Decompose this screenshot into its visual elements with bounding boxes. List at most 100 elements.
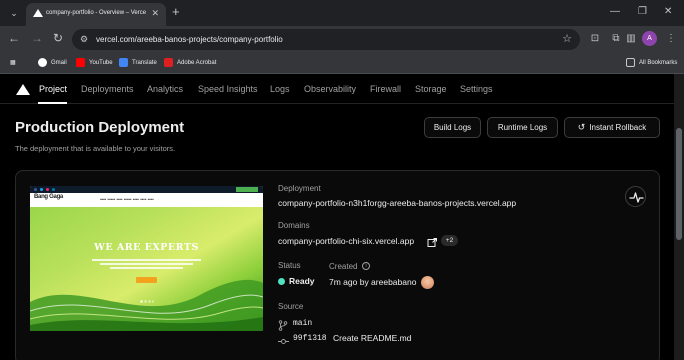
close-tab-icon[interactable]: ✕: [151, 8, 159, 18]
side-panel-icon[interactable]: ▥: [624, 32, 638, 46]
tab-observability[interactable]: Observability: [304, 83, 356, 95]
minimize-icon[interactable]: —: [610, 5, 620, 19]
page-title: Production Deployment: [15, 119, 185, 136]
preview-text-line: [100, 263, 193, 265]
source-label: Source: [278, 302, 304, 311]
translate-icon: [119, 57, 128, 67]
preview-heading: WE ARE EXPERTS: [94, 242, 199, 253]
new-tab-icon[interactable]: +: [172, 4, 180, 20]
profile-avatar[interactable]: A: [642, 31, 657, 46]
page-subtitle: The deployment that is available to your…: [15, 144, 176, 153]
preview-topbar: [30, 186, 263, 193]
preview-header: Bang Gaga ■■■■ ■■■■■ ■■■■ ■■■■■ ■■■■ ■■■…: [30, 193, 263, 207]
google-icon: [38, 57, 47, 67]
instant-rollback-label: Instant Rollback: [589, 123, 647, 132]
page-scrollbar[interactable]: [674, 74, 684, 360]
preview-waves: [30, 279, 263, 331]
runtime-logs-label: Runtime Logs: [497, 123, 548, 132]
domain-link[interactable]: company-portfolio-chi-six.vercel.app: [278, 236, 414, 247]
deployment-label: Deployment: [278, 184, 321, 193]
rollback-icon: ↺: [577, 122, 586, 132]
user-avatar[interactable]: [421, 276, 434, 289]
reload-icon[interactable]: ↻: [53, 31, 63, 45]
bookmark-gmail[interactable]: Gmail: [38, 57, 67, 69]
window-close-icon[interactable]: ✕: [664, 5, 672, 19]
tab-storage[interactable]: Storage: [415, 83, 447, 95]
activity-icon[interactable]: [625, 186, 646, 207]
bookmark-youtube[interactable]: YouTube: [76, 57, 113, 69]
branch-name[interactable]: main: [293, 318, 312, 329]
preview-social-icon: [40, 188, 43, 191]
preview-menu: ■■■■ ■■■■■ ■■■■ ■■■■■ ■■■■ ■■■■ ■■■■: [100, 198, 154, 201]
tab-search-icon[interactable]: ⌄: [6, 5, 22, 21]
extensions-icon[interactable]: ⧉: [609, 32, 623, 46]
back-icon[interactable]: ←: [8, 31, 20, 45]
active-tab-indicator: [38, 102, 67, 104]
restore-icon[interactable]: ❐: [638, 5, 647, 19]
project-nav: Project Deployments Analytics Speed Insi…: [0, 74, 684, 104]
acrobat-icon: [164, 57, 173, 67]
tab-speed-insights[interactable]: Speed Insights: [198, 83, 258, 95]
all-bookmarks[interactable]: All Bookmarks: [626, 57, 677, 69]
info-icon[interactable]: i: [362, 262, 370, 270]
browser-tabstrip: ⌄ company-portfolio - Overview – Vercel …: [0, 0, 684, 26]
vercel-favicon-icon: [33, 9, 43, 17]
preview-button: [136, 277, 157, 283]
created-label: Created: [329, 262, 358, 271]
tab-settings[interactable]: Settings: [460, 83, 493, 95]
commit-icon: [278, 333, 289, 344]
created-value: 7m ago by areebabano: [329, 277, 417, 287]
preview-hero: [30, 207, 263, 331]
bookmark-star-icon[interactable]: ☆: [562, 32, 572, 45]
deployment-url-link[interactable]: company-portfolio-n3h1forgg-areeba-banos…: [278, 198, 516, 209]
bookmark-translate[interactable]: Translate: [119, 57, 157, 69]
browser-menu-icon[interactable]: ⋮: [664, 32, 678, 46]
bookmark-label: YouTube: [89, 60, 113, 66]
browser-toolbar: ← → ↻ ⚙ vercel.com/areeba-banos-projects…: [0, 26, 684, 52]
runtime-logs-button[interactable]: Runtime Logs: [487, 117, 558, 138]
tab-deployments[interactable]: Deployments: [81, 83, 134, 95]
tab-project[interactable]: Project: [39, 83, 67, 95]
browser-tab[interactable]: company-portfolio - Overview – Vercel ✕: [26, 3, 166, 26]
bookmark-acrobat[interactable]: Adobe Acrobat: [164, 57, 216, 69]
commit-message[interactable]: Create README.md: [333, 333, 411, 344]
bookmark-label: Translate: [132, 60, 157, 66]
status-value: Ready: [289, 276, 315, 286]
extra-domains-badge[interactable]: +2: [441, 235, 458, 246]
url-text[interactable]: vercel.com/areeba-banos-projects/company…: [96, 34, 283, 45]
build-logs-button[interactable]: Build Logs: [424, 117, 481, 138]
vercel-logo-icon[interactable]: [16, 84, 30, 95]
tab-title: company-portfolio - Overview – Vercel: [46, 10, 146, 16]
address-bar[interactable]: ⚙ vercel.com/areeba-banos-projects/compa…: [72, 29, 580, 50]
tab-analytics[interactable]: Analytics: [147, 83, 183, 95]
bookmarks-bar: ▦ Gmail YouTube Translate Adobe Acrobat …: [0, 52, 684, 74]
commit-hash[interactable]: 99f1318: [293, 333, 327, 344]
preview-logo: Bang Gaga: [34, 194, 63, 200]
scrollbar-thumb[interactable]: [676, 128, 682, 240]
tab-logs[interactable]: Logs: [270, 83, 290, 95]
all-bookmarks-label: All Bookmarks: [639, 60, 678, 66]
preview-text-line: [110, 267, 183, 269]
preview-social-icon: [46, 188, 49, 191]
preview-social-icon: [34, 188, 37, 191]
external-link-icon[interactable]: [427, 235, 438, 247]
deployment-preview[interactable]: Bang Gaga ■■■■ ■■■■■ ■■■■ ■■■■■ ■■■■ ■■■…: [30, 186, 263, 331]
site-info-icon[interactable]: ⚙: [80, 33, 92, 45]
tab-firewall[interactable]: Firewall: [370, 83, 401, 95]
bookmark-label: Gmail: [51, 60, 67, 66]
status-label: Status: [278, 261, 301, 270]
folder-icon: [626, 57, 635, 67]
domains-label: Domains: [278, 221, 310, 230]
preview-cta: [236, 187, 258, 192]
forward-icon[interactable]: →: [31, 31, 43, 45]
preview-text-line: [92, 259, 201, 261]
apps-icon[interactable]: ▦: [10, 57, 16, 69]
preview-social-icon: [52, 188, 55, 191]
bookmark-label: Adobe Acrobat: [177, 60, 217, 66]
preview-carousel-dots: [140, 290, 154, 303]
instant-rollback-button[interactable]: ↺ Instant Rollback: [564, 117, 660, 138]
build-logs-label: Build Logs: [433, 123, 472, 132]
branch-icon: [278, 318, 288, 331]
ready-status-dot: [278, 278, 285, 285]
screenshot-icon[interactable]: ⊡: [588, 32, 602, 46]
